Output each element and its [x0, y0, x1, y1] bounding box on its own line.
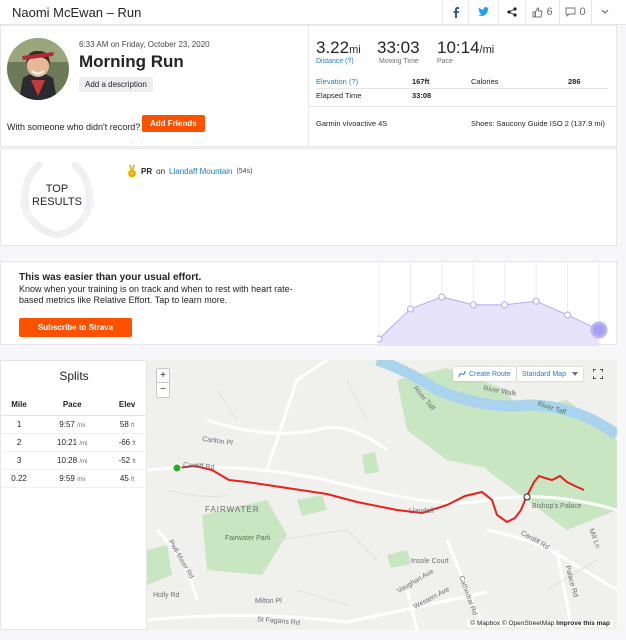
- moving-time-label: Moving Time: [379, 58, 419, 65]
- top-results-label: TOP RESULTS: [32, 183, 82, 208]
- activity-date: 6:33 AM on Friday, October 23, 2020: [79, 40, 210, 49]
- effort-description: Know when your training is on track and …: [19, 284, 293, 305]
- map-label: Fairwater Park: [225, 535, 271, 542]
- zoom-out-button[interactable]: −: [157, 383, 169, 397]
- elevation-label[interactable]: Elevation (?): [316, 77, 358, 86]
- improve-map-link[interactable]: Improve this map: [556, 620, 610, 627]
- map-label: Milton Pl: [255, 598, 282, 605]
- chevron-down-icon: [571, 372, 578, 376]
- elapsed-time-label: Elapsed Time: [316, 91, 362, 100]
- trend-point: [501, 301, 509, 309]
- share-button[interactable]: [498, 0, 525, 24]
- start-marker: [172, 463, 182, 473]
- trend-point: [406, 305, 415, 313]
- divider: [308, 26, 309, 146]
- comment-count: 0: [579, 6, 586, 18]
- map-style-select[interactable]: Standard Map: [517, 367, 583, 381]
- twitter-icon: [478, 7, 489, 16]
- splits-panel: Splits Mile Pace Elev 1 9:57 /mi 58 ft 2…: [0, 360, 147, 630]
- page-title: Naomi McEwan – Run: [12, 5, 142, 20]
- trend-point: [563, 311, 572, 319]
- effort-trend-chart: [377, 262, 608, 346]
- share-icon: [507, 7, 517, 17]
- park-area: [297, 495, 327, 516]
- more-options-button[interactable]: [591, 0, 617, 24]
- thumbs-up-icon: [532, 7, 543, 17]
- park-area: [362, 452, 379, 474]
- trend-point: [377, 335, 383, 343]
- route-map[interactable]: Carlton Pl FAIRWATER Fairwater Park Inso…: [147, 360, 617, 630]
- distance-value: 3.22mi: [316, 38, 361, 57]
- activity-summary: 6:33 AM on Friday, October 23, 2020 Morn…: [0, 25, 617, 147]
- pr-achievement: PR on Llandaff Mountain (54s): [127, 165, 252, 178]
- calories-label: Calories: [471, 77, 499, 86]
- map-label: Llandaff: [409, 508, 434, 515]
- elev-header: Elev: [107, 395, 147, 416]
- avatar[interactable]: [7, 38, 69, 100]
- achievements-card: TOP RESULTS PR on Llandaff Mountain (54s): [0, 148, 617, 246]
- pr-label: PR: [141, 167, 153, 176]
- divider: [316, 88, 608, 89]
- expand-icon: [593, 369, 603, 379]
- trend-point: [438, 293, 446, 301]
- trend-point: [532, 297, 540, 305]
- activity-title[interactable]: Morning Run: [79, 52, 184, 72]
- zoom-in-button[interactable]: +: [157, 369, 169, 383]
- kudos-count: 6: [546, 6, 553, 18]
- route-icon: [458, 370, 466, 378]
- elapsed-time-value: 33:08: [412, 91, 432, 100]
- map-label: Insole Court: [411, 558, 449, 565]
- table-row: 2 10:21 /mi -66 ft: [1, 433, 147, 452]
- pr-on-text: on: [156, 167, 166, 176]
- table-row: 0.22 9:59 /mi 45 ft: [1, 469, 147, 488]
- map-canvas: [147, 360, 617, 630]
- pr-time: (54s): [236, 168, 253, 175]
- divider: [309, 106, 617, 107]
- mile-header: Mile: [1, 395, 38, 416]
- create-route-button[interactable]: Create Route: [453, 367, 516, 381]
- zoom-control: + −: [156, 368, 170, 398]
- add-description-button[interactable]: Add a description: [79, 77, 153, 92]
- table-row: 3 10:28 /mi -52 ft: [1, 451, 147, 470]
- add-friends-button[interactable]: Add Friends: [142, 115, 205, 132]
- chevron-down-icon: [601, 9, 608, 14]
- park-area: [387, 550, 411, 568]
- pace-value: 10:14/mi: [437, 38, 495, 57]
- fullscreen-button[interactable]: [591, 367, 605, 381]
- facebook-share-button[interactable]: [442, 0, 468, 24]
- pace-header: Pace: [37, 395, 108, 416]
- page-header: Naomi McEwan – Run 6 0: [0, 0, 626, 25]
- calories-value: 286: [568, 77, 581, 86]
- device-name: Garmin vívoactive 4S: [316, 119, 388, 128]
- comment-button[interactable]: 0: [559, 0, 591, 24]
- medal-icon: [128, 165, 136, 178]
- splits-title: Splits: [59, 369, 89, 383]
- shoes-info[interactable]: Shoes: Saucony Guide ISO 2 (137.9 mi): [471, 119, 605, 128]
- park-area: [147, 545, 172, 585]
- map-label: Bishop's Palace: [532, 503, 582, 510]
- top-results-badge[interactable]: TOP RESULTS: [9, 157, 105, 239]
- subscribe-button[interactable]: Subscribe to Strava: [19, 318, 132, 337]
- elevation-value: 167ft: [412, 77, 430, 86]
- splits-table: Mile Pace Elev 1 9:57 /mi 58 ft 2 10:21 …: [1, 395, 147, 488]
- kudos-button[interactable]: 6: [525, 0, 559, 24]
- map-label: FAIRWATER: [205, 505, 260, 514]
- trend-point: [590, 321, 608, 339]
- map-label: Holly Rd: [153, 592, 180, 599]
- segment-link[interactable]: Llandaff Mountain: [169, 167, 232, 176]
- map-attribution: © Mapbox © OpenStreetMap Improve this ma…: [467, 620, 613, 627]
- effort-title: This was easier than your usual effort.: [19, 272, 202, 283]
- moving-time-value: 33:03: [377, 38, 420, 57]
- distance-label[interactable]: Distance (?): [316, 58, 354, 65]
- trend-point: [469, 301, 477, 309]
- table-row: 1 9:57 /mi 58 ft: [1, 415, 147, 434]
- twitter-share-button[interactable]: [468, 0, 498, 24]
- relative-effort-card[interactable]: This was easier than your usual effort. …: [0, 261, 617, 346]
- facebook-icon: [453, 6, 459, 18]
- comment-icon: [565, 7, 576, 17]
- with-someone-text: With someone who didn't record?: [7, 122, 141, 132]
- pace-label: Pace: [437, 58, 453, 65]
- athlete-photo: [7, 38, 69, 100]
- end-marker: [523, 493, 531, 501]
